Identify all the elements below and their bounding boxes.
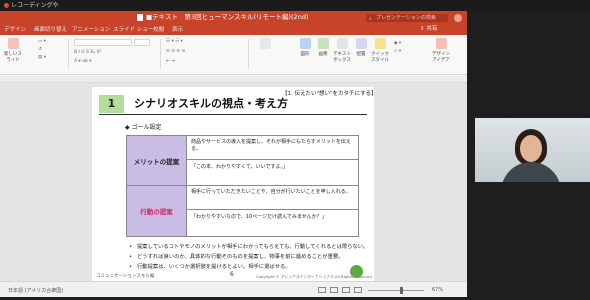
horizontal-ruler (0, 76, 467, 83)
new-slide-button[interactable]: 新しいスライド (4, 38, 22, 63)
share-button[interactable]: ⇪ 共有 (420, 25, 437, 34)
font-color-buttons[interactable]: A ▾ ab ▾ (74, 59, 92, 65)
bullet-text: 提案しているコトやモノのメリットが相手にわかってもらえても、行動してくれるとは限… (137, 244, 369, 250)
list-buttons[interactable]: ☰ ▾ ☷ ▾ (166, 39, 183, 45)
table-row: メリットの提案 商品やサービスの導入を提案し、それが相手にもたらすメリットを伝え… (127, 136, 358, 186)
align-buttons[interactable]: ≡ ≡ ≡ ≡ (166, 49, 185, 55)
textbox-label: テキストボックス (333, 52, 351, 63)
zoom-slider-handle[interactable] (400, 287, 403, 294)
picture-label: 画像 (318, 52, 328, 57)
search-icon: ⌕ (369, 16, 372, 22)
table-row: 行動の提案 相手に行っていただきたいことや、自分が行いたいことを申し入れる。 「… (127, 186, 358, 236)
list-item: • どうすれば良いのか、具体的な行動そのものを提案し、物事を前に進めることが重要。 (129, 254, 344, 260)
participant-label: レコーディングや (11, 2, 59, 9)
new-slide-icon (7, 38, 19, 49)
shared-powerpoint-window: ■テキスト 第3回ヒューマンスキル(リモート編)(2nd) ⌕ プレゼンテーショ… (0, 11, 467, 297)
quick-styles-icon (374, 38, 386, 49)
shape-fill-option[interactable]: ◆ ▾ (394, 41, 401, 47)
action-proposal-text: 相手に行っていただきたいことや、自分が行いたいことを申し入れる。 (187, 186, 358, 210)
zoom-level[interactable]: 67% (432, 287, 443, 293)
merit-proposal-text: 商品やサービスの導入を提案し、それが相手にもたらすメリットを伝える。 (187, 136, 358, 160)
action-proposal-label: 行動の提案 (127, 186, 187, 236)
picture-icon (317, 38, 329, 49)
picture-button[interactable]: 画像 (314, 38, 332, 57)
slide-tagline: 【1. 伝えたい"想い"をカタチにする】 (282, 91, 377, 97)
merit-proposal-example: 「この本、わかりやすくて、いいですよ。」 (191, 164, 288, 170)
design-ideas-button[interactable]: デザインアイデア (432, 38, 450, 63)
textbox-button[interactable]: テキストボックス (333, 38, 351, 63)
new-slide-label: 新しいスライド (4, 52, 22, 63)
title-bar: ■テキスト 第3回ヒューマンスキル(リモート編)(2nd) ⌕ プレゼンテーショ… (0, 11, 467, 30)
company-logo (350, 265, 363, 278)
goal-label: ◆ ゴール設定 (125, 124, 162, 131)
share-label: 共有 (426, 26, 438, 32)
normal-view-icon[interactable] (318, 287, 326, 293)
textbox-icon (336, 38, 348, 49)
section-option[interactable]: ▤ ▾ (38, 55, 46, 61)
slide-page-number: 6 (230, 271, 234, 278)
powerpoint-icon (137, 14, 143, 21)
shape-outline-option[interactable]: ◇ ▾ (394, 49, 401, 55)
recording-icon (4, 3, 9, 8)
status-bar: 日本語 (アメリカ合衆国) 67% (0, 281, 467, 297)
slide-sorter-icon[interactable] (330, 287, 338, 293)
action-proposal-description: 相手に行っていただきたいことや、自分が行いたいことを申し入れる。 「わかりやすい… (187, 186, 358, 236)
quick-styles-label: クイックスタイル (371, 52, 389, 63)
meeting-top-bar: レコーディングや (0, 0, 590, 11)
list-item: • 行動提案は、いくつか選択肢を提けるとよい。相手に選ばせる。 (129, 264, 291, 270)
tab-view[interactable]: 表示 (172, 26, 183, 34)
tab-transitions[interactable]: 画面切り替え (34, 26, 67, 34)
proposal-table: メリットの提案 商品やサービスの導入を提案し、それが相手にもたらすメリットを伝え… (126, 135, 359, 237)
font-size-box[interactable] (134, 39, 150, 46)
zoom-slider[interactable] (368, 290, 424, 291)
text-direction-button[interactable] (256, 38, 274, 51)
participant-face (520, 135, 542, 162)
slideshow-icon[interactable] (354, 287, 362, 293)
arrange-label: 配置 (356, 52, 366, 57)
design-ideas-icon (435, 38, 447, 49)
slide-heading: シナリオスキルの視点・考え方 (134, 97, 288, 110)
meeting-window: レコーディングや ■テキスト 第3回ヒューマンスキル(リモート編)(2nd) ⌕… (0, 0, 590, 300)
merit-proposal-label: メリットの提案 (127, 136, 187, 185)
bullet-text: 行動提案は、いくつか選択肢を提けるとよい。相手に選ばせる。 (137, 264, 291, 270)
section-number: 1 (99, 95, 124, 113)
arrange-icon (355, 38, 367, 49)
reset-option[interactable]: ↺ (38, 47, 42, 53)
shapes-label: 図形 (300, 52, 310, 57)
design-ideas-label: デザインアイデア (432, 52, 450, 63)
tab-animations[interactable]: アニメーション (72, 26, 110, 34)
bullet-text: どうすれば良いのか、具体的な行動そのものを提案し、物事を前に進めることが重要。 (137, 254, 344, 260)
reading-view-icon[interactable] (342, 287, 350, 293)
ribbon-separator (160, 39, 161, 69)
indent-buttons[interactable]: ⇤ ⇥ (166, 59, 175, 65)
ribbon-toolbar: 新しいスライド ▭ ▾ ↺ ▤ ▾ B I U S X₂ X² A ▾ ab ▾… (0, 35, 467, 75)
ribbon-separator (248, 39, 249, 69)
arrange-button[interactable]: 配置 (352, 38, 370, 57)
merit-proposal-description: 商品やサービスの導入を提案し、それが相手にもたらすメリットを伝える。 「この本、… (187, 136, 358, 185)
shapes-button[interactable]: 図形 (296, 38, 314, 57)
layout-option[interactable]: ▭ ▾ (38, 39, 46, 45)
bullet-list: • 提案しているコトやモノのメリットが相手にわかってもらえても、行動してくれるとは… (129, 242, 368, 272)
tab-slideshow[interactable]: スライド ショー (113, 26, 153, 34)
slide-footer: コミュニケーションスキル編 (96, 274, 155, 279)
document-title: ■テキスト 第3回ヒューマンスキル(リモート編)(2nd) (146, 13, 309, 21)
action-proposal-example: 「わかりやすいなので、10ページだけ読んでみませんか？」 (191, 214, 327, 220)
text-direction-icon (259, 38, 271, 49)
ribbon-tab-bar: デザイン 画面切り替え アニメーション スライド ショー 校閲 表示 ⇪ 共有 (0, 24, 467, 35)
list-item: • 提案しているコトやモノのメリットが相手にわかってもらえても、行動してくれるとは… (129, 244, 369, 250)
language-status: 日本語 (アメリカ合衆国) (8, 288, 64, 294)
ribbon-separator (68, 39, 69, 69)
slide[interactable]: 【1. 伝えたい"想い"をカタチにする】 1 シナリオスキルの視点・考え方 ◆ … (92, 87, 377, 281)
account-avatar[interactable] (454, 14, 462, 22)
search-placeholder: プレゼンテーションの検索 (376, 15, 436, 21)
heading-rule (99, 114, 367, 115)
shapes-icon (299, 38, 311, 49)
font-format-buttons[interactable]: B I U S X₂ X² (74, 50, 102, 56)
font-name-box[interactable] (74, 39, 132, 46)
participant-video (475, 118, 590, 182)
search-box[interactable]: ⌕ プレゼンテーションの検索 (366, 14, 448, 22)
quick-styles-button[interactable]: クイックスタイル (371, 38, 389, 63)
tab-design[interactable]: デザイン (4, 26, 26, 34)
tab-review[interactable]: 校閲 (153, 26, 164, 34)
